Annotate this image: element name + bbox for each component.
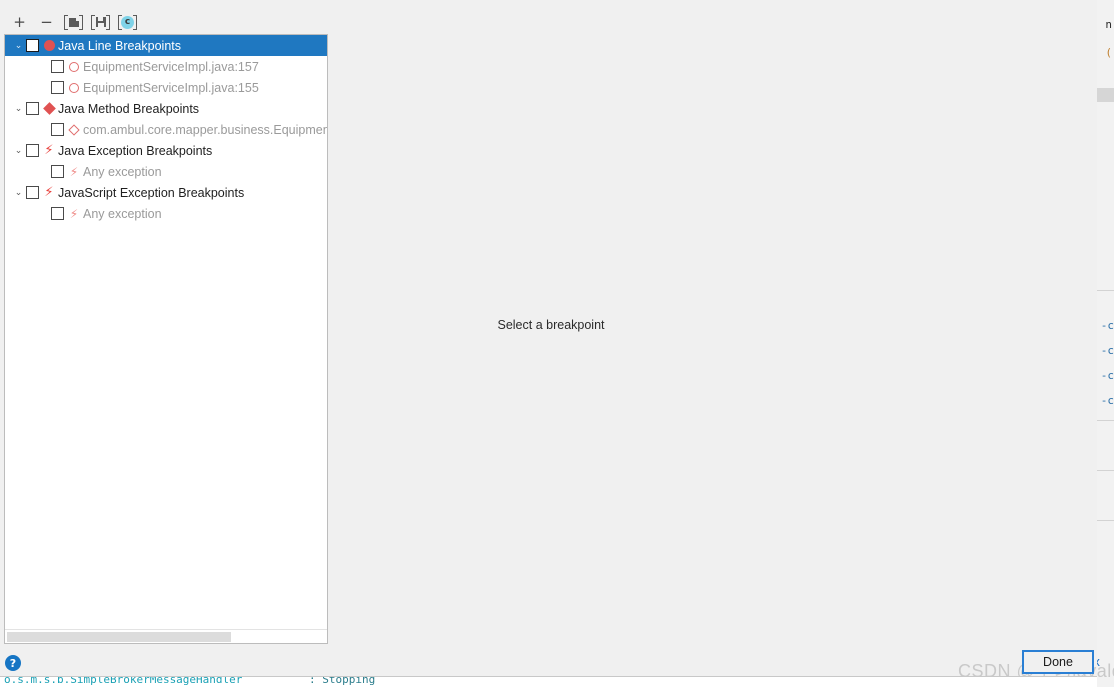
- breakpoint-detail-pane: [328, 34, 1097, 687]
- tree-row-label: Java Line Breakpoints: [58, 38, 181, 53]
- chevron-down-icon[interactable]: ⌄: [11, 188, 26, 198]
- breakpoint-enable-checkbox[interactable]: [51, 60, 64, 73]
- breakpoint-dot-hollow-icon: [66, 59, 82, 75]
- breakpoint-enable-checkbox[interactable]: [51, 207, 64, 220]
- folder-bracket-icon: [64, 14, 83, 30]
- tree-row[interactable]: ⌄ Java Method Breakpoints: [5, 98, 327, 119]
- background-code-fragment: -c: [1100, 369, 1114, 382]
- disk-bracket-icon: [91, 14, 110, 30]
- breakpoint-enable-checkbox[interactable]: [26, 144, 39, 157]
- console-output-sliver: o.s.m.s.b.SimpleBrokerMessageHandler : S…: [0, 677, 1097, 687]
- remove-breakpoint-button[interactable]: −: [33, 11, 60, 33]
- done-button[interactable]: Done: [1022, 650, 1094, 674]
- tree-row[interactable]: ⌄ ⚡ Java Exception Breakpoints: [5, 140, 327, 161]
- tree-row[interactable]: ⚡ Any exception: [5, 161, 327, 182]
- restore-bracket-icon: c: [118, 14, 137, 30]
- breakpoint-enable-checkbox[interactable]: [26, 186, 39, 199]
- breakpoint-bolt-light-icon: ⚡: [69, 206, 79, 221]
- breakpoint-bolt-filled-icon: ⚡: [44, 143, 54, 158]
- detail-placeholder-text: Select a breakpoint: [497, 318, 605, 332]
- breakpoint-enable-checkbox[interactable]: [26, 102, 39, 115]
- tree-row[interactable]: EquipmentServiceImpl.java:155: [5, 77, 327, 98]
- breakpoint-dot-hollow-icon: [66, 80, 82, 96]
- tree-horizontal-scrollbar[interactable]: [5, 629, 327, 643]
- tree-row-label: EquipmentServiceImpl.java:157: [83, 59, 259, 74]
- background-code-fragment: -c: [1100, 319, 1114, 332]
- breakpoint-bolt-filled-icon: ⚡: [44, 185, 54, 200]
- console-log-message: : Stopping: [309, 677, 376, 686]
- breakpoint-bolt-light-icon: ⚡: [69, 164, 79, 179]
- background-code-fragment: -c: [1100, 394, 1114, 407]
- tree-row[interactable]: ⌄ Java Line Breakpoints: [5, 35, 327, 56]
- move-to-group-button[interactable]: [87, 11, 114, 33]
- plus-icon: +: [13, 12, 26, 31]
- breakpoint-diamond-hollow-icon: [66, 122, 82, 138]
- chevron-down-icon[interactable]: ⌄: [11, 146, 26, 156]
- breakpoint-enable-checkbox[interactable]: [51, 81, 64, 94]
- tree-row-label: JavaScript Exception Breakpoints: [58, 185, 245, 200]
- tree-row[interactable]: com.ambul.core.mapper.business.Equipmen: [5, 119, 327, 140]
- tree-row-label: Any exception: [83, 164, 162, 179]
- breakpoint-diamond-filled-icon: [41, 101, 57, 117]
- background-scroll-thumb[interactable]: [1097, 88, 1114, 102]
- group-by-file-button[interactable]: [60, 11, 87, 33]
- background-code-fragment: (: [1105, 46, 1112, 59]
- minus-icon: −: [40, 12, 53, 31]
- breakpoints-tree-list: ⌄ Java Line Breakpoints EquipmentServiceIm…: [5, 35, 327, 224]
- add-breakpoint-button[interactable]: +: [6, 11, 33, 33]
- breakpoint-enable-checkbox[interactable]: [51, 165, 64, 178]
- breakpoint-dot-filled-icon: [41, 38, 57, 54]
- background-code-fragment: -c: [1100, 344, 1114, 357]
- tree-row-label: Any exception: [83, 206, 162, 221]
- tree-row[interactable]: ⌄ ⚡ JavaScript Exception Breakpoints: [5, 182, 327, 203]
- tree-horizontal-scrollbar-thumb[interactable]: [7, 632, 231, 642]
- breakpoints-dialog: + − c ⌄ Java Line Breakpoints EquipmentS…: [0, 0, 1114, 687]
- tree-row-label: Java Method Breakpoints: [58, 101, 200, 116]
- breakpoint-enable-checkbox[interactable]: [51, 123, 64, 136]
- tree-row-label: Java Exception Breakpoints: [58, 143, 213, 158]
- chevron-down-icon[interactable]: ⌄: [11, 104, 26, 114]
- tree-row[interactable]: EquipmentServiceImpl.java:157: [5, 56, 327, 77]
- chevron-down-icon[interactable]: ⌄: [11, 41, 26, 51]
- breakpoint-enable-checkbox[interactable]: [26, 39, 39, 52]
- breakpoints-toolbar: + − c: [6, 10, 141, 34]
- background-code-fragment: n: [1105, 18, 1112, 31]
- console-log-line: o.s.m.s.b.SimpleBrokerMessageHandler : S…: [4, 677, 375, 686]
- restore-breakpoint-button[interactable]: c: [114, 11, 141, 33]
- breakpoints-tree-panel[interactable]: ⌄ Java Line Breakpoints EquipmentServiceIm…: [4, 34, 328, 644]
- console-log-logger: o.s.m.s.b.SimpleBrokerMessageHandler: [4, 677, 243, 686]
- tree-row-label: com.ambul.core.mapper.business.Equipmen: [83, 122, 328, 137]
- tree-row-label: EquipmentServiceImpl.java:155: [83, 80, 259, 95]
- help-icon[interactable]: ?: [5, 655, 21, 671]
- tree-row[interactable]: ⚡ Any exception: [5, 203, 327, 224]
